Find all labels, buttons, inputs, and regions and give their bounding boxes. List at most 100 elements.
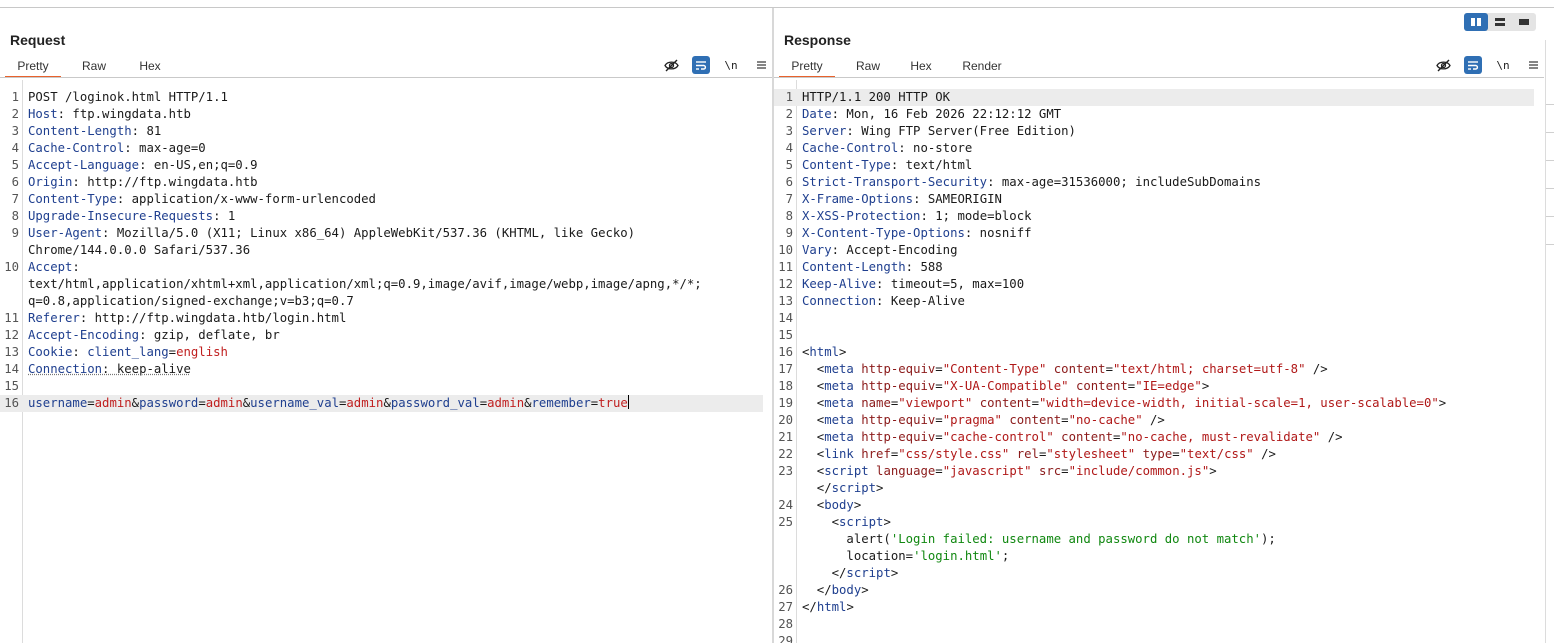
newline-toggle[interactable]: \n: [1494, 56, 1512, 74]
code-token: =: [1106, 362, 1113, 376]
eye-slash-icon[interactable]: [662, 56, 680, 74]
response-code-line[interactable]: 14: [774, 310, 1534, 327]
response-code-line[interactable]: alert('Login failed: username and passwo…: [774, 531, 1534, 548]
response-code-line[interactable]: 9 X-Content-Type-Options: nosniff: [774, 225, 1534, 242]
request-code-line[interactable]: q=0.8,application/signed-exchange;v=b3;q…: [0, 293, 763, 310]
line-number: 2: [0, 106, 19, 123]
menu-icon[interactable]: [752, 56, 770, 74]
code-token: q=0.8,application/signed-exchange;v=b3;q…: [28, 294, 354, 308]
response-editor[interactable]: 1 HTTP/1.1 200 HTTP OK 2 Date: Mon, 16 Feb …: [774, 80, 1544, 643]
response-code-line[interactable]: 11 Content-Length: 588: [774, 259, 1534, 276]
request-code-line[interactable]: 7 Content-Type: application/x-www-form-ur…: [0, 191, 763, 208]
response-code-line[interactable]: 10 Vary: Accept-Encoding: [774, 242, 1534, 259]
response-code-line[interactable]: </script>: [774, 565, 1534, 582]
request-code-line[interactable]: 13 Cookie: client_lang=english: [0, 344, 763, 361]
code-token: =: [1061, 464, 1068, 478]
request-code-line[interactable]: Chrome/144.0.0.0 Safari/537.36: [0, 242, 763, 259]
response-tab-pretty[interactable]: Pretty: [779, 56, 835, 78]
line-code: X-Content-Type-Options: nosniff: [802, 225, 1534, 242]
menu-icon[interactable]: [1524, 56, 1542, 74]
right-side-strip: [1545, 40, 1554, 643]
request-code-line[interactable]: 4 Cache-Control: max-age=0: [0, 140, 763, 157]
line-number: 2: [774, 106, 793, 123]
response-code-line[interactable]: 8 X-XSS-Protection: 1; mode=block: [774, 208, 1534, 225]
code-token: =: [935, 379, 942, 393]
request-code-line[interactable]: text/html,application/xhtml+xml,applicat…: [0, 276, 763, 293]
line-number: 1: [774, 89, 793, 106]
request-code-line[interactable]: 6 Origin: http://ftp.wingdata.htb: [0, 174, 763, 191]
code-token: admin: [206, 396, 243, 410]
response-code-line[interactable]: 2 Date: Mon, 16 Feb 2026 22:12:12 GMT: [774, 106, 1534, 123]
response-tab-render[interactable]: Render: [941, 56, 1023, 78]
response-code-line[interactable]: 15: [774, 327, 1534, 344]
response-code-line[interactable]: 18 <meta http-equiv="X-UA-Compatible" co…: [774, 378, 1534, 395]
request-tab-pretty[interactable]: Pretty: [5, 56, 61, 78]
eye-slash-icon[interactable]: [1434, 56, 1452, 74]
request-code-line[interactable]: 2 Host: ftp.wingdata.htb: [0, 106, 763, 123]
request-code-line[interactable]: 1 POST /loginok.html HTTP/1.1: [0, 89, 763, 106]
code-token: meta: [824, 396, 854, 410]
line-code: alert('Login failed: username and passwo…: [802, 531, 1534, 548]
request-code-line[interactable]: 16 username=admin&password=admin&username…: [0, 395, 763, 412]
line-number: 20: [774, 412, 793, 429]
response-code-line[interactable]: 19 <meta name="viewport" content="width=…: [774, 395, 1534, 412]
request-editor[interactable]: 1 POST /loginok.html HTTP/1.1 2 Host: ftp.w…: [0, 80, 773, 643]
response-tab-raw[interactable]: Raw: [835, 56, 901, 78]
code-token: =: [198, 396, 205, 410]
code-token: Referer: [28, 311, 80, 325]
request-code-line[interactable]: 8 Upgrade-Insecure-Requests: 1: [0, 208, 763, 225]
request-code-line[interactable]: 14 Connection: keep-alive: [0, 361, 763, 378]
newline-toggle[interactable]: \n: [722, 56, 740, 74]
response-code-line[interactable]: 16 <html>: [774, 344, 1534, 361]
wrap-icon[interactable]: [692, 56, 710, 74]
response-code-line[interactable]: 5 Content-Type: text/html: [774, 157, 1534, 174]
response-code-line[interactable]: 25 <script>: [774, 514, 1534, 531]
code-token: =: [935, 413, 942, 427]
request-tab-raw[interactable]: Raw: [61, 56, 127, 78]
line-number: 10: [0, 259, 19, 276]
response-code-line[interactable]: 1 HTTP/1.1 200 HTTP OK: [774, 89, 1534, 106]
code-token: text/html,application/xhtml+xml,applicat…: [28, 277, 702, 291]
response-code-line[interactable]: 21 <meta http-equiv="cache-control" cont…: [774, 429, 1534, 446]
response-code-line[interactable]: 22 <link href="css/style.css" rel="style…: [774, 446, 1534, 463]
code-token: rel: [1017, 447, 1039, 461]
response-code-line[interactable]: 26 </body>: [774, 582, 1534, 599]
line-number: 16: [0, 395, 19, 412]
request-code-line[interactable]: 12 Accept-Encoding: gzip, deflate, br: [0, 327, 763, 344]
response-code-line[interactable]: 4 Cache-Control: no-store: [774, 140, 1534, 157]
request-code-line[interactable]: 15: [0, 378, 763, 395]
request-code-line[interactable]: 5 Accept-Language: en-US,en;q=0.9: [0, 157, 763, 174]
code-token: ;: [1002, 549, 1009, 563]
code-token: : application/x-www-form-urlencoded: [117, 192, 376, 206]
response-code-line[interactable]: location='login.html';: [774, 548, 1534, 565]
code-token: Accept-Encoding: [28, 328, 139, 342]
code-token: <: [802, 430, 824, 444]
line-number: 11: [774, 259, 793, 276]
request-tab-hex[interactable]: Hex: [127, 56, 173, 78]
response-code-line[interactable]: 24 <body>: [774, 497, 1534, 514]
response-code-line[interactable]: 29: [774, 633, 1534, 643]
response-code-line[interactable]: 7 X-Frame-Options: SAMEORIGIN: [774, 191, 1534, 208]
response-code-line[interactable]: 27 </html>: [774, 599, 1534, 616]
response-code-line[interactable]: 6 Strict-Transport-Security: max-age=3153…: [774, 174, 1534, 191]
request-code-line[interactable]: 11 Referer: http://ftp.wingdata.htb/login…: [0, 310, 763, 327]
response-code-line[interactable]: 20 <meta http-equiv="pragma" content="no…: [774, 412, 1534, 429]
response-code-line[interactable]: 23 <script language="javascript" src="in…: [774, 463, 1534, 480]
response-tab-hex[interactable]: Hex: [901, 56, 941, 78]
response-code-line[interactable]: 3 Server: Wing FTP Server(Free Edition): [774, 123, 1534, 140]
line-code: Keep-Alive: timeout=5, max=100: [802, 276, 1534, 293]
request-code-line[interactable]: 3 Content-Length: 81: [0, 123, 763, 140]
response-code-line[interactable]: 17 <meta http-equiv="Content-Type" conte…: [774, 361, 1534, 378]
code-token: :: [72, 260, 79, 274]
response-code-line[interactable]: 13 Connection: Keep-Alive: [774, 293, 1534, 310]
response-code-line[interactable]: 12 Keep-Alive: timeout=5, max=100: [774, 276, 1534, 293]
response-code-line[interactable]: 28: [774, 616, 1534, 633]
request-code-line[interactable]: 10 Accept:: [0, 259, 763, 276]
line-code: <script language="javascript" src="inclu…: [802, 463, 1534, 480]
code-token: POST /loginok.html HTTP/1.1: [28, 90, 228, 104]
code-token: link: [824, 447, 854, 461]
response-code-line[interactable]: </script>: [774, 480, 1534, 497]
wrap-icon[interactable]: [1464, 56, 1482, 74]
request-code-line[interactable]: 9 User-Agent: Mozilla/5.0 (X11; Linux x86…: [0, 225, 763, 242]
code-token: body: [832, 583, 862, 597]
